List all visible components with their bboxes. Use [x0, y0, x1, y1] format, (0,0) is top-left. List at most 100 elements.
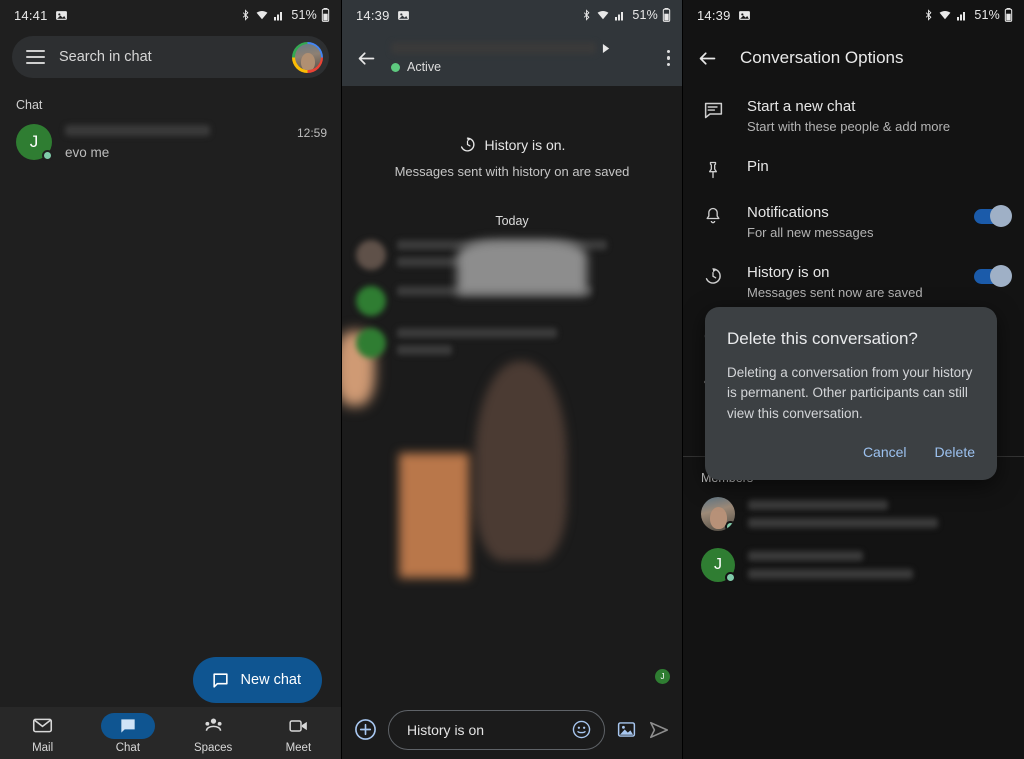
- nav-label-spaces: Spaces: [193, 741, 233, 754]
- chat-section-label: Chat: [16, 98, 43, 112]
- conversation-header: Active: [342, 30, 682, 86]
- presence-indicator: [42, 150, 53, 161]
- nav-item-mail[interactable]: Mail: [5, 713, 81, 754]
- bluetooth-icon: [923, 8, 934, 22]
- member-email-redacted: [748, 569, 913, 579]
- battery-percent-label: 51%: [291, 8, 317, 22]
- screenshot-root: 14:41 51% Search in chat Chat J evo me 1…: [0, 0, 1024, 759]
- chat-timestamp: 12:59: [296, 126, 327, 140]
- account-avatar[interactable]: [292, 41, 323, 73]
- status-time: 14:41: [14, 7, 48, 23]
- hamburger-menu-icon[interactable]: [26, 50, 45, 64]
- option-start-a-new-chat[interactable]: Start a new chat Start with these people…: [683, 86, 1024, 146]
- option-sublabel: Messages sent now are saved: [747, 285, 923, 300]
- message-text-redacted: [397, 345, 452, 355]
- history-banner: History is on. Messages sent with histor…: [342, 86, 682, 180]
- video-camera-icon: [271, 713, 325, 739]
- member-email-redacted: [748, 518, 938, 528]
- back-arrow-icon[interactable]: [697, 48, 718, 69]
- battery-icon: [321, 8, 330, 22]
- chat-list-item[interactable]: J evo me 12:59: [0, 112, 341, 162]
- bell-icon: [701, 204, 725, 226]
- options-header: Conversation Options: [683, 30, 1024, 86]
- message-row[interactable]: [342, 240, 682, 406]
- wifi-icon: [596, 9, 610, 22]
- avatar: [356, 328, 386, 358]
- nav-label-mail: Mail: [32, 741, 54, 754]
- wifi-icon: [255, 9, 269, 22]
- option-label: Start a new chat: [747, 98, 856, 115]
- chat-bubble-icon: [100, 712, 155, 739]
- nav-item-spaces[interactable]: Spaces: [175, 713, 251, 754]
- mail-icon: [16, 713, 70, 739]
- chat-bubble-icon: [211, 671, 230, 690]
- history-clock-icon: [701, 264, 725, 286]
- overflow-menu-icon[interactable]: [666, 49, 670, 67]
- pin-icon: [701, 158, 725, 180]
- bluetooth-icon: [240, 8, 251, 22]
- screenshot-icon: [55, 9, 68, 22]
- message-input-value[interactable]: History is on: [407, 722, 563, 738]
- cancel-button[interactable]: Cancel: [863, 444, 907, 460]
- message-row[interactable]: [342, 316, 682, 362]
- image-attach-icon[interactable]: [616, 719, 637, 740]
- member-name-redacted: [748, 500, 888, 510]
- option-label: Pin: [747, 158, 769, 175]
- conversation-options-screen: 14:39 51% Conversation Options Start a n…: [683, 0, 1024, 759]
- screenshot-icon: [397, 9, 410, 22]
- wifi-icon: [938, 9, 952, 22]
- nav-item-chat[interactable]: Chat: [90, 712, 166, 754]
- avatar: [356, 286, 386, 316]
- chat-list-screen: 14:41 51% Search in chat Chat J evo me 1…: [0, 0, 341, 759]
- conversation-screen: 14:39 51% Active History is on. Messages…: [341, 0, 683, 759]
- history-toggle[interactable]: [974, 265, 1012, 287]
- member-list-item[interactable]: [683, 485, 1024, 536]
- avatar-initial: J: [714, 556, 722, 573]
- battery-percent-label: 51%: [974, 8, 1000, 22]
- bottom-navigation: Mail Chat Spaces Meet: [0, 707, 341, 759]
- option-pin[interactable]: Pin: [683, 146, 1024, 192]
- message-text-redacted: [397, 328, 557, 338]
- bluetooth-icon: [581, 8, 592, 22]
- option-notifications[interactable]: Notifications For all new messages: [683, 192, 1024, 252]
- member-name-redacted: [748, 551, 863, 561]
- chat-name-redacted: [65, 125, 210, 136]
- option-history[interactable]: History is on Messages sent now are save…: [683, 252, 1024, 312]
- avatar: [356, 240, 386, 270]
- nav-item-meet[interactable]: Meet: [260, 713, 336, 754]
- search-bar[interactable]: Search in chat: [12, 36, 329, 78]
- presence-indicator: [391, 62, 400, 72]
- notifications-toggle[interactable]: [974, 205, 1012, 227]
- history-banner-subtitle: Messages sent with history on are saved: [394, 164, 630, 179]
- emoji-smiley-icon[interactable]: [571, 719, 592, 740]
- status-bar: 14:39 51%: [683, 0, 1024, 30]
- search-input[interactable]: Search in chat: [59, 49, 278, 65]
- message-input[interactable]: History is on: [388, 709, 605, 750]
- presence-indicator: [725, 521, 735, 531]
- option-label: History is on: [747, 264, 830, 281]
- battery-icon: [662, 8, 671, 22]
- page-title: Conversation Options: [740, 48, 904, 67]
- new-chat-button[interactable]: New chat: [192, 657, 322, 703]
- cellular-signal-icon: [956, 9, 968, 22]
- battery-percent-label: 51%: [632, 8, 658, 22]
- dialog-body: Deleting a conversation from your histor…: [727, 365, 973, 421]
- expand-caret-icon[interactable]: [602, 43, 611, 54]
- presence-indicator: [725, 572, 736, 583]
- battery-icon: [1004, 8, 1013, 22]
- add-plus-icon[interactable]: [354, 718, 377, 741]
- back-arrow-icon[interactable]: [356, 48, 377, 69]
- send-paper-plane-icon[interactable]: [648, 719, 670, 741]
- new-chat-label: New chat: [240, 672, 301, 688]
- conversation-title-block[interactable]: Active: [391, 42, 653, 74]
- presence-label: Active: [407, 60, 442, 74]
- delete-conversation-dialog: Delete this conversation? Deleting a con…: [705, 307, 997, 480]
- delete-button[interactable]: Delete: [935, 444, 975, 460]
- cellular-signal-icon: [614, 9, 626, 22]
- chat-snippet: evo me: [65, 145, 110, 160]
- chat-bubble-icon: [701, 98, 725, 121]
- member-list-item[interactable]: J: [683, 536, 1024, 587]
- conversation-title-redacted: [391, 42, 596, 54]
- status-time: 14:39: [697, 7, 731, 23]
- nav-label-meet: Meet: [285, 741, 312, 754]
